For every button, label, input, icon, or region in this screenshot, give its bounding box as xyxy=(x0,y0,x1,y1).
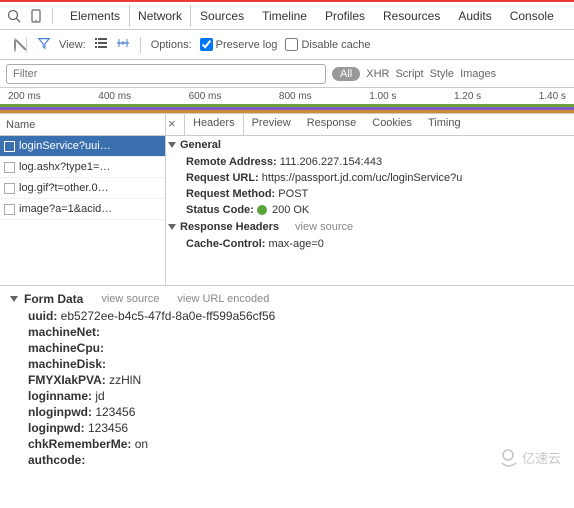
section-form-data: Form Dataview sourceview URL encoded uui… xyxy=(0,286,574,478)
search-icon[interactable] xyxy=(6,8,22,24)
file-icon xyxy=(4,141,15,152)
tab-preview[interactable]: Preview xyxy=(244,114,299,135)
tab-response[interactable]: Response xyxy=(299,114,365,135)
watermark: 亿速云 xyxy=(498,447,568,472)
tab-cookies[interactable]: Cookies xyxy=(364,114,420,135)
section-response-headers[interactable]: Response Headersview source xyxy=(166,218,574,236)
tab-sources[interactable]: Sources xyxy=(191,5,253,27)
view-list-icon[interactable] xyxy=(94,36,108,53)
tab-timing[interactable]: Timing xyxy=(420,114,469,135)
file-icon xyxy=(4,183,15,194)
request-row[interactable]: log.ashx?type1=… xyxy=(0,157,165,178)
view-frames-icon[interactable] xyxy=(116,36,130,53)
tab-audits[interactable]: Audits xyxy=(449,5,500,27)
main-toolbar: ElementsNetworkSourcesTimelineProfilesRe… xyxy=(0,2,574,30)
view-url-encoded-link[interactable]: view URL encoded xyxy=(177,293,269,305)
filter-input[interactable] xyxy=(6,64,326,84)
request-row[interactable]: loginService?uui… xyxy=(0,136,165,157)
disable-cache-checkbox[interactable]: Disable cache xyxy=(285,38,370,51)
close-icon[interactable]: × xyxy=(168,116,176,131)
filter-row: All XHR Script Style Images xyxy=(0,60,574,88)
tab-elements[interactable]: Elements xyxy=(61,5,129,27)
view-source-link[interactable]: view source xyxy=(101,293,159,305)
timeline-overview[interactable]: 200 ms 400 ms 600 ms 800 ms 1.00 s 1.20 … xyxy=(0,88,574,114)
filter-style[interactable]: Style xyxy=(430,68,454,80)
section-general[interactable]: General xyxy=(166,136,574,154)
chevron-down-icon xyxy=(168,142,176,148)
tab-headers[interactable]: Headers xyxy=(184,114,244,135)
filter-icon[interactable] xyxy=(37,36,51,53)
tab-profiles[interactable]: Profiles xyxy=(316,5,374,27)
options-label: Options: xyxy=(151,39,192,51)
tab-console[interactable]: Console xyxy=(501,5,563,27)
view-source-link[interactable]: view source xyxy=(295,221,353,233)
network-content: Name loginService?uui… log.ashx?type1=… … xyxy=(0,114,574,286)
status-dot-icon xyxy=(257,205,267,215)
filter-all[interactable]: All xyxy=(332,67,360,81)
chevron-down-icon xyxy=(10,296,18,302)
tab-timeline[interactable]: Timeline xyxy=(253,5,316,27)
filter-script[interactable]: Script xyxy=(395,68,423,80)
view-label: View: xyxy=(59,39,86,51)
tab-resources[interactable]: Resources xyxy=(374,5,449,27)
svg-text:亿速云: 亿速云 xyxy=(522,451,561,466)
preserve-log-checkbox[interactable]: Preserve log xyxy=(200,38,278,51)
tab-network[interactable]: Network xyxy=(129,5,191,27)
file-icon xyxy=(4,204,15,215)
filter-xhr[interactable]: XHR xyxy=(366,68,389,80)
network-controls: View: Options: Preserve log Disable cach… xyxy=(0,30,574,60)
panel-tabs: ElementsNetworkSourcesTimelineProfilesRe… xyxy=(61,5,563,27)
file-icon xyxy=(4,162,15,173)
request-row[interactable]: image?a=1&acid… xyxy=(0,199,165,220)
filter-images[interactable]: Images xyxy=(460,68,496,80)
chevron-down-icon xyxy=(168,224,176,230)
details-pane: × Headers Preview Response Cookies Timin… xyxy=(166,114,574,285)
clear-button[interactable] xyxy=(14,39,16,51)
device-icon[interactable] xyxy=(28,8,44,24)
requests-column: Name loginService?uui… log.ashx?type1=… … xyxy=(0,114,166,285)
request-row[interactable]: log.gif?t=other.0… xyxy=(0,178,165,199)
name-header[interactable]: Name xyxy=(0,114,165,136)
